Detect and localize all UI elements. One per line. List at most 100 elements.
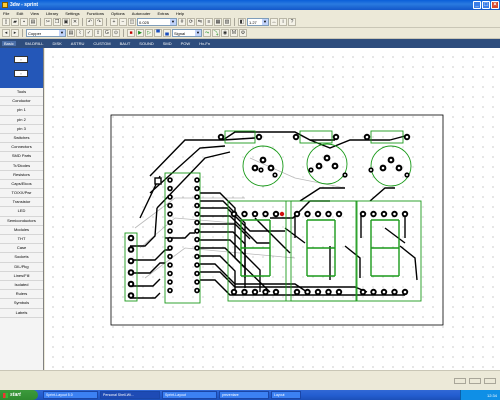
align-icon[interactable]: ≡: [205, 18, 213, 26]
library-item[interactable]: Resistors: [0, 171, 43, 180]
library-item[interactable]: Switches: [0, 134, 43, 144]
layer-combo[interactable]: Copper ▼: [26, 29, 66, 37]
library-item[interactable]: Modules: [0, 226, 43, 235]
copy-icon[interactable]: ❐: [53, 18, 61, 26]
new-file-icon[interactable]: ▯: [2, 18, 10, 26]
pcb-workspace[interactable]: [45, 48, 500, 370]
properties-icon[interactable]: ▤: [67, 29, 75, 37]
pin1-square-pad[interactable]: [154, 177, 162, 185]
library-item[interactable]: Conductor: [0, 97, 43, 107]
grid-icon[interactable]: #: [178, 18, 186, 26]
tab-sm-drill[interactable]: SM-DRILL: [25, 41, 44, 46]
stop-icon[interactable]: ■: [127, 29, 135, 37]
library-item[interactable]: Tools: [0, 88, 43, 98]
menu-edit[interactable]: Edit: [16, 11, 23, 16]
rubberband-icon[interactable]: ⤵: [212, 29, 220, 37]
drill-icon[interactable]: ⊙: [112, 29, 120, 37]
cut-icon[interactable]: ✂: [44, 18, 52, 26]
menu-library[interactable]: Library: [46, 11, 58, 16]
zoom-out-icon[interactable]: −: [119, 18, 127, 26]
net-icon[interactable]: ⌇: [76, 29, 84, 37]
menu-autorouter[interactable]: Autorouter: [132, 11, 151, 16]
rotate-icon[interactable]: ⟳: [187, 18, 195, 26]
autoroute-icon[interactable]: ▷: [145, 29, 153, 37]
grid-combo[interactable]: 1.27 ▼: [247, 18, 269, 26]
menu-help[interactable]: Help: [176, 11, 184, 16]
print-icon[interactable]: ▤: [29, 18, 37, 26]
library-item[interactable]: Isolated: [0, 281, 43, 291]
layer-top-icon[interactable]: ▀: [154, 29, 162, 37]
close-icon[interactable]: ×: [491, 1, 499, 9]
tab-hx-fn[interactable]: Hx-Fn: [199, 41, 210, 46]
layer-bottom-icon[interactable]: ▄: [163, 29, 171, 37]
menu-options[interactable]: Options: [111, 11, 125, 16]
library-item[interactable]: pin 3: [0, 125, 43, 134]
minimize-icon[interactable]: _: [473, 1, 481, 9]
library-item[interactable]: Tr/Diodes: [0, 162, 43, 171]
library-item[interactable]: pin 2: [0, 116, 43, 125]
net-combo[interactable]: Signal ▼: [172, 29, 202, 37]
ungroup-icon[interactable]: ▧: [223, 18, 231, 26]
drc-icon[interactable]: ✓: [85, 29, 93, 37]
help-icon[interactable]: ?: [288, 18, 296, 26]
library-item[interactable]: SMD Parts: [0, 152, 43, 162]
zoom-in-icon[interactable]: +: [110, 18, 118, 26]
tab-disk[interactable]: DISK: [52, 41, 61, 46]
settings-icon[interactable]: ⚙: [239, 29, 247, 37]
arrow-right-icon[interactable]: ▸: [11, 29, 19, 37]
start-button[interactable]: start: [0, 390, 38, 400]
library-item[interactable]: Connectors: [0, 143, 43, 153]
menu-settings[interactable]: Settings: [65, 11, 79, 16]
info-icon[interactable]: i: [279, 18, 287, 26]
paste-icon[interactable]: ▣: [62, 18, 70, 26]
mirror-icon[interactable]: ⇋: [196, 18, 204, 26]
library-item[interactable]: Sockets: [0, 253, 43, 263]
task-button[interactable]: Sprint-Layout 5.0: [43, 391, 98, 399]
menu-view[interactable]: View: [30, 11, 39, 16]
library-item[interactable]: Labels: [0, 309, 43, 318]
tab-sound[interactable]: SOUND: [139, 41, 153, 46]
library-item[interactable]: pin 1: [0, 106, 43, 116]
tab-custom[interactable]: CUSTOM: [93, 41, 110, 46]
title-bar[interactable]: 3dw - sprint _ □ ×: [0, 0, 500, 10]
library-item[interactable]: TO/XX/Pwr: [0, 189, 43, 199]
task-button[interactable]: Personal Shell-Wi...: [100, 391, 160, 399]
library-item[interactable]: Symbols: [0, 299, 43, 309]
delete-icon[interactable]: ✕: [71, 18, 79, 26]
task-button[interactable]: Layout: [271, 391, 301, 399]
tab-baut[interactable]: BAUT: [120, 41, 131, 46]
library-item[interactable]: DIL/Pkg: [0, 263, 43, 272]
group-icon[interactable]: ▦: [214, 18, 222, 26]
tab-basic[interactable]: Basic: [2, 41, 16, 46]
arrow-left-icon[interactable]: ◂: [2, 29, 10, 37]
open-folder-icon[interactable]: ▰: [11, 18, 19, 26]
redo-icon[interactable]: ↷: [95, 18, 103, 26]
connect-icon[interactable]: ⤳: [203, 29, 211, 37]
save-icon[interactable]: ▪: [20, 18, 28, 26]
library-item[interactable]: Rulers: [0, 290, 43, 300]
copper-layer-icon[interactable]: ◧: [238, 18, 246, 26]
measure-icon[interactable]: ↔: [270, 18, 278, 26]
zoom-fit-icon[interactable]: ◫: [128, 18, 136, 26]
task-button[interactable]: prezentare: [219, 391, 269, 399]
zoom-combo[interactable]: 0.025 ▼: [137, 18, 177, 26]
menu-extras[interactable]: Extras: [157, 11, 168, 16]
library-item[interactable]: Caps/Elcos: [0, 180, 43, 190]
selected-pad-marker[interactable]: [279, 211, 285, 217]
export-icon[interactable]: ⇪: [94, 29, 102, 37]
tab-pow[interactable]: POW: [181, 41, 191, 46]
library-item[interactable]: Semiconductors: [0, 217, 43, 226]
pcb-canvas[interactable]: [45, 48, 500, 370]
library-item[interactable]: LED: [0, 207, 43, 217]
menu-functions[interactable]: Functions: [87, 11, 104, 16]
macro-icon[interactable]: M: [230, 29, 238, 37]
undo-icon[interactable]: ↶: [86, 18, 94, 26]
library-item[interactable]: Transistor: [0, 198, 43, 208]
gerber-icon[interactable]: G: [103, 29, 111, 37]
photo-view-icon[interactable]: ◉: [221, 29, 229, 37]
menu-file[interactable]: File: [3, 11, 9, 16]
task-button[interactable]: Sprint-Layout: [162, 391, 217, 399]
tab-smd[interactable]: SMD: [163, 41, 172, 46]
library-item[interactable]: Lines/Fill: [0, 272, 43, 281]
play-icon[interactable]: ▶: [136, 29, 144, 37]
